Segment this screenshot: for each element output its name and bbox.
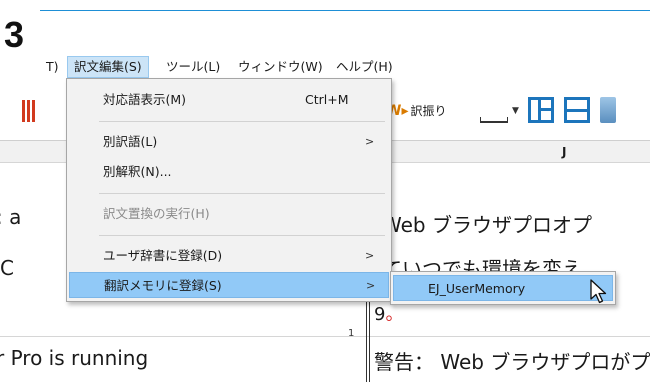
translate-reorder-button[interactable]: W▸ 訳振り xyxy=(386,100,447,122)
menu-item-show-correspondence[interactable]: 対応語表示(M) Ctrl+M xyxy=(69,87,389,113)
book-icon[interactable] xyxy=(600,97,616,123)
chevron-down-icon[interactable]: ▼ xyxy=(512,106,519,116)
menu-item-alternative-words[interactable]: 別訳語(L) > xyxy=(69,129,389,155)
source-cell-2[interactable]: C xyxy=(0,256,14,280)
translation-edit-menu: 対応語表示(M) Ctrl+M 別訳語(L) > 別解釈(N)... 訳文置換の… xyxy=(66,78,392,302)
menu-translation-edit[interactable]: 訳文編集(S) xyxy=(67,56,149,78)
underline-style-icon[interactable] xyxy=(480,117,508,123)
submenu-arrow-icon: > xyxy=(365,249,375,262)
row-divider xyxy=(0,336,650,337)
step-number: 3 xyxy=(4,14,24,55)
menubar: T) 訳文編集(S) ツール(L) ウィンドウ(W) ヘルプ(H) xyxy=(0,56,650,78)
submenu-arrow-icon: > xyxy=(365,135,375,148)
menu-item-label: 訳文置換の実行(H) xyxy=(103,206,210,221)
mouse-cursor-icon xyxy=(590,279,607,304)
menu-window[interactable]: ウィンドウ(W) xyxy=(232,56,329,78)
row-double-border xyxy=(366,300,370,382)
translation-memory-submenu: EJ_UserMemory xyxy=(390,271,616,305)
target-cell-1[interactable]: Web ブラウザプロオプ xyxy=(382,209,592,238)
submenu-arrow-icon: > xyxy=(366,279,376,292)
split-vertical-icon[interactable] xyxy=(528,97,554,123)
source-cell-3[interactable]: r Pro is running xyxy=(0,346,148,370)
menu-item-alternative-interpretation[interactable]: 別解釈(N)... xyxy=(69,159,389,185)
menu-item-label: 別解釈(N)... xyxy=(103,164,172,179)
menu-item-register-translation-memory[interactable]: 翻訳メモリに登録(S) > xyxy=(69,272,389,298)
menu-tools[interactable]: ツール(L) xyxy=(160,56,226,78)
menu-tools-partial[interactable]: T) xyxy=(40,56,65,78)
menu-help[interactable]: ヘルプ(H) xyxy=(330,56,399,78)
row-number: 1 xyxy=(348,328,355,339)
source-cell-1[interactable]: : a xyxy=(0,205,21,229)
menu-item-register-user-dictionary[interactable]: ユーザ辞書に登録(D) > xyxy=(69,243,389,269)
red-mark: 。 xyxy=(385,304,404,325)
menu-separator xyxy=(99,193,385,194)
column-label-j[interactable]: J xyxy=(562,141,566,163)
menu-item-shortcut: Ctrl+M xyxy=(305,92,349,107)
target-cell-4[interactable]: 警告： Web ブラウザプロがプロ xyxy=(374,346,650,375)
menu-item-label: 翻訳メモリに登録(S) xyxy=(104,278,222,293)
target-cell-3-text: 9 xyxy=(374,304,386,325)
menu-item-label: 別訳語(L) xyxy=(103,134,158,149)
submenu-item-label: EJ_UserMemory xyxy=(428,281,526,296)
top-rule xyxy=(40,10,650,11)
menu-item-label: 対応語表示(M) xyxy=(103,92,187,107)
menu-separator xyxy=(99,235,385,236)
split-horizontal-icon[interactable] xyxy=(564,97,590,123)
menu-item-run-replacement[interactable]: 訳文置換の実行(H) xyxy=(69,201,389,227)
menu-item-label: ユーザ辞書に登録(D) xyxy=(103,248,223,263)
menu-separator xyxy=(99,121,385,122)
toolbar-columns-icon[interactable] xyxy=(22,100,36,122)
translate-reorder-label: 訳振り xyxy=(410,104,447,118)
submenu-item-ej-usermemory[interactable]: EJ_UserMemory xyxy=(393,275,613,301)
